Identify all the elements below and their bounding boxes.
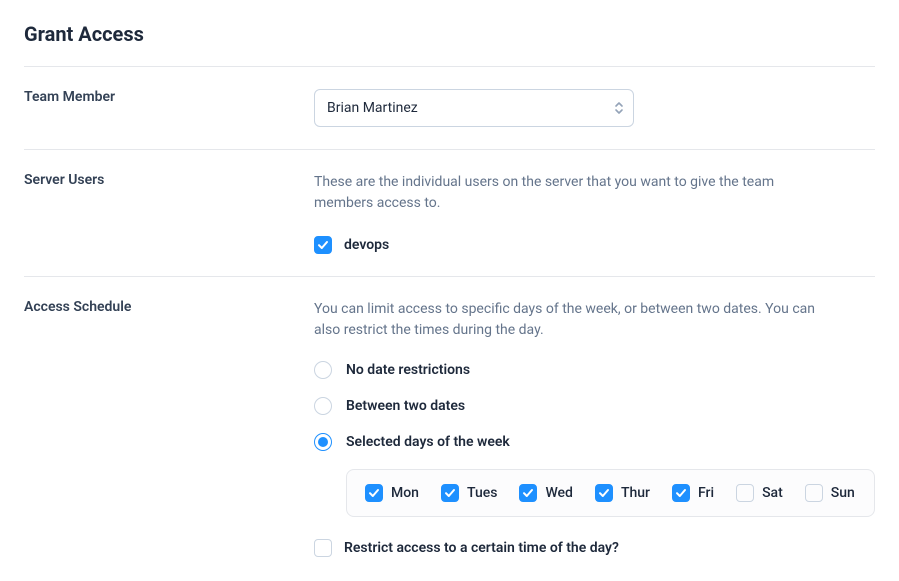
day-option: Thur — [595, 484, 650, 502]
day-label: Sun — [831, 485, 855, 501]
day-label: Sat — [762, 485, 783, 501]
server-user-checkbox[interactable] — [314, 236, 332, 254]
day-checkbox[interactable] — [736, 484, 754, 502]
section-server-users: Server Users These are the individual us… — [24, 150, 875, 276]
page-title: Grant Access — [24, 22, 875, 46]
day-checkbox[interactable] — [595, 484, 613, 502]
server-user-name: devops — [344, 237, 389, 253]
restrict-time-label: Restrict access to a certain time of the… — [344, 540, 619, 556]
server-users-description: These are the individual users on the se… — [314, 172, 834, 214]
schedule-option-label: Between two dates — [346, 398, 465, 414]
day-label: Thur — [621, 485, 650, 501]
day-checkbox[interactable] — [519, 484, 537, 502]
schedule-option-row: Between two dates — [314, 397, 875, 415]
schedule-option-radio[interactable] — [314, 361, 332, 379]
schedule-option-radio[interactable] — [314, 433, 332, 451]
schedule-option-row: No date restrictions — [314, 361, 875, 379]
team-member-label: Team Member — [24, 89, 314, 127]
schedule-option-label: Selected days of the week — [346, 434, 510, 450]
access-schedule-description: You can limit access to specific days of… — [314, 299, 834, 341]
day-option: Sat — [736, 484, 783, 502]
access-schedule-label: Access Schedule — [24, 299, 314, 557]
day-checkbox[interactable] — [441, 484, 459, 502]
day-option: Sun — [805, 484, 855, 502]
day-label: Mon — [391, 485, 419, 501]
restrict-time-row: Restrict access to a certain time of the… — [314, 539, 875, 557]
team-member-selected: Brian Martinez — [327, 100, 418, 116]
day-option: Tues — [441, 484, 497, 502]
server-users-label: Server Users — [24, 172, 314, 254]
schedule-option-label: No date restrictions — [346, 362, 470, 378]
section-access-schedule: Access Schedule You can limit access to … — [24, 277, 875, 557]
day-checkbox[interactable] — [805, 484, 823, 502]
day-label: Tues — [467, 485, 497, 501]
day-label: Wed — [545, 485, 573, 501]
schedule-option-radio[interactable] — [314, 397, 332, 415]
day-option: Wed — [519, 484, 573, 502]
day-checkbox[interactable] — [672, 484, 690, 502]
day-label: Fri — [698, 485, 714, 501]
restrict-time-checkbox[interactable] — [314, 539, 332, 557]
section-team-member: Team Member Brian Martinez — [24, 67, 875, 149]
day-option: Fri — [672, 484, 714, 502]
team-member-select[interactable]: Brian Martinez — [314, 89, 634, 127]
server-user-row: devops — [314, 236, 875, 254]
day-option: Mon — [365, 484, 419, 502]
days-of-week-box: Mon Tues Wed Thur Fri Sat Sun — [346, 469, 875, 517]
schedule-option-row: Selected days of the week — [314, 433, 875, 451]
day-checkbox[interactable] — [365, 484, 383, 502]
